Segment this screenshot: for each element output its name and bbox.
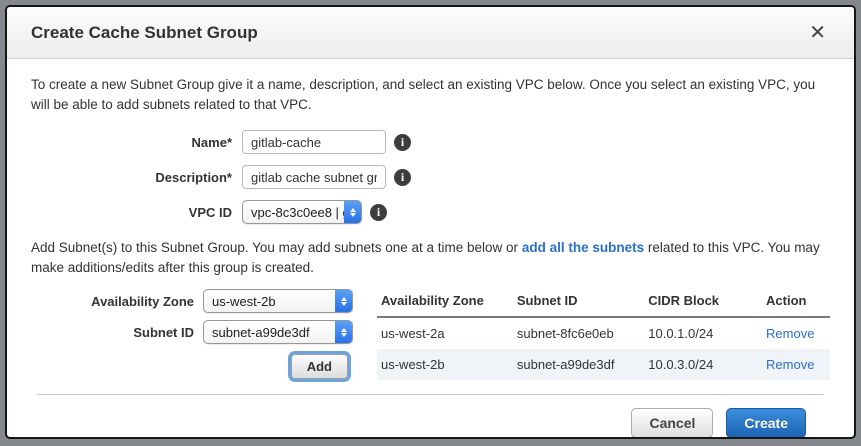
header-availability-zone: Availability Zone — [377, 289, 513, 317]
header-cidr-block: CIDR Block — [644, 289, 762, 317]
name-info-icon[interactable]: i — [394, 134, 411, 151]
table-row: us-west-2a subnet-8fc6e0eb 10.0.1.0/24 R… — [377, 317, 830, 349]
cell-availability-zone: us-west-2b — [377, 349, 513, 380]
dialog-body: To create a new Subnet Group give it a n… — [7, 59, 854, 438]
close-icon[interactable]: ✕ — [805, 21, 830, 45]
header-subnet-id: Subnet ID — [513, 289, 644, 317]
description-label: Description* — [31, 170, 242, 185]
vpc-label: VPC ID — [31, 205, 242, 220]
availability-zone-select-value: us-west-2b — [204, 290, 335, 312]
description-info-icon[interactable]: i — [394, 169, 411, 186]
subnet-picker-form: Availability Zone us-west-2b Subnet ID s… — [31, 289, 353, 379]
subnet-id-row: Subnet ID subnet-a99de3df — [31, 320, 353, 344]
dialog-footer: Cancel Create — [31, 395, 830, 438]
availability-zone-select[interactable]: us-west-2b — [203, 289, 353, 313]
add-button[interactable]: Add — [291, 354, 348, 379]
subnet-id-select[interactable]: subnet-a99de3df — [203, 320, 353, 344]
header-action: Action — [762, 289, 830, 317]
create-button[interactable]: Create — [726, 408, 806, 438]
add-subnet-instructions: Add Subnet(s) to this Subnet Group. You … — [31, 238, 830, 277]
description-input[interactable] — [242, 165, 386, 189]
remove-link[interactable]: Remove — [766, 357, 814, 372]
cancel-button[interactable]: Cancel — [631, 408, 713, 438]
table-header-row: Availability Zone Subnet ID CIDR Block A… — [377, 289, 830, 317]
name-label: Name* — [31, 135, 242, 150]
description-row: Description* i — [31, 165, 830, 189]
name-row: Name* i — [31, 130, 830, 154]
cell-subnet-id: subnet-a99de3df — [513, 349, 644, 380]
subnet-picker-section: Availability Zone us-west-2b Subnet ID s… — [31, 289, 830, 380]
table-row: us-west-2b subnet-a99de3df 10.0.3.0/24 R… — [377, 349, 830, 380]
subnets-table: Availability Zone Subnet ID CIDR Block A… — [377, 289, 830, 380]
select-stepper-icon — [335, 321, 352, 343]
dialog-header: Create Cache Subnet Group ✕ — [7, 7, 854, 59]
subnet-id-select-value: subnet-a99de3df — [204, 321, 335, 343]
availability-zone-row: Availability Zone us-west-2b — [31, 289, 353, 313]
vpc-info-icon[interactable]: i — [370, 204, 387, 221]
vpc-select-value: vpc-8c3c0ee8 | gitlab — [243, 201, 344, 223]
vpc-select[interactable]: vpc-8c3c0ee8 | gitlab — [242, 200, 362, 224]
add-button-row: Add — [31, 354, 353, 379]
intro-text: To create a new Subnet Group give it a n… — [31, 75, 830, 114]
cell-cidr-block: 10.0.1.0/24 — [644, 317, 762, 349]
vpc-row: VPC ID vpc-8c3c0ee8 | gitlab i — [31, 200, 830, 224]
remove-link[interactable]: Remove — [766, 326, 814, 341]
select-stepper-icon — [335, 290, 352, 312]
add-all-subnets-link[interactable]: add all the subnets — [522, 240, 644, 255]
subnet-id-label: Subnet ID — [31, 325, 203, 340]
cell-availability-zone: us-west-2a — [377, 317, 513, 349]
create-cache-subnet-group-dialog: Create Cache Subnet Group ✕ To create a … — [5, 5, 856, 439]
cell-subnet-id: subnet-8fc6e0eb — [513, 317, 644, 349]
name-input[interactable] — [242, 130, 386, 154]
availability-zone-label: Availability Zone — [31, 294, 203, 309]
select-stepper-icon — [344, 201, 361, 223]
instructions-before-link: Add Subnet(s) to this Subnet Group. You … — [31, 240, 522, 255]
cell-cidr-block: 10.0.3.0/24 — [644, 349, 762, 380]
dialog-title: Create Cache Subnet Group — [31, 23, 805, 43]
